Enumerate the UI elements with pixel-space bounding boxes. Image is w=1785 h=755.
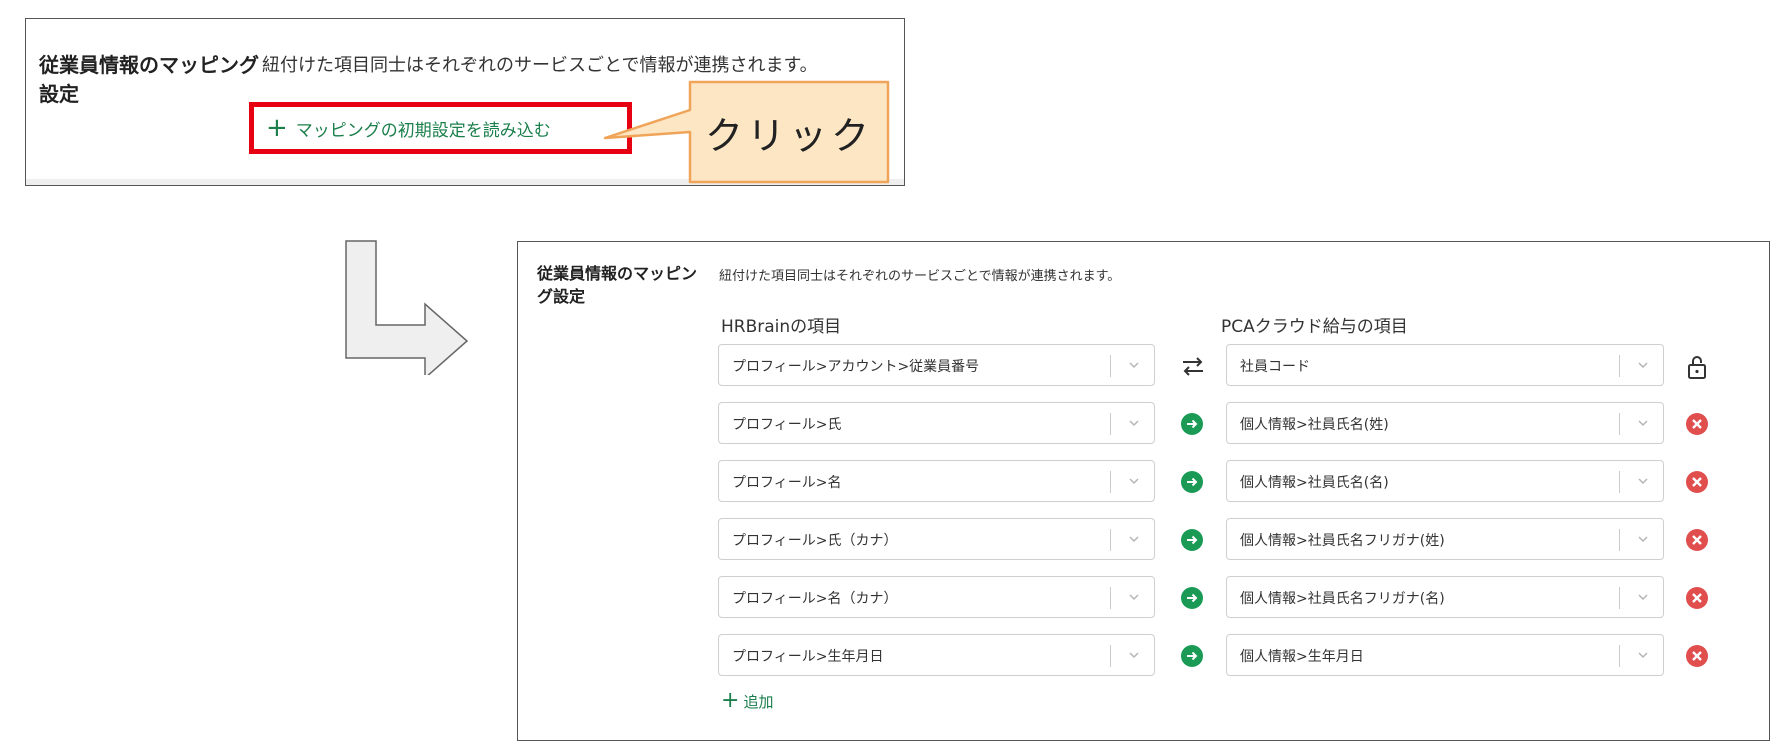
arrow-right-circle-icon: [1181, 529, 1203, 551]
arrow-right-circle-icon: [1181, 587, 1203, 609]
chevron-down-icon: [1129, 362, 1139, 369]
callout-text: クリック: [704, 113, 873, 158]
pca-field-select[interactable]: 個人情報>社員氏名(名): [1226, 460, 1664, 502]
select-value: 個人情報>社員氏名フリガナ(姓): [1240, 533, 1445, 549]
arrow-right-circle-icon: [1181, 413, 1203, 435]
section-description: 紐付けた項目同士はそれぞれのサービスごとで情報が連携されます。: [719, 269, 1121, 284]
select-value: 個人情報>生年月日: [1240, 649, 1364, 665]
plus-icon: +: [266, 113, 288, 143]
select-value: プロフィール>生年月日: [732, 649, 884, 665]
load-initial-mapping-button[interactable]: + マッピングの初期設定を読み込む: [249, 102, 632, 154]
chevron-down-icon: [1129, 420, 1139, 427]
select-value: 個人情報>社員氏名フリガナ(名): [1240, 591, 1445, 607]
select-separator: [1619, 645, 1620, 667]
chevron-down-icon: [1129, 652, 1139, 659]
select-value: プロフィール>名: [732, 475, 842, 491]
pca-field-select[interactable]: 個人情報>社員氏名フリガナ(名): [1226, 576, 1664, 618]
section-label: 従業員情報のマッピング設定: [39, 53, 259, 106]
add-mapping-label: 追加: [743, 692, 774, 711]
hrbrain-field-select[interactable]: プロフィール>生年月日: [718, 634, 1155, 676]
pca-field-select[interactable]: 個人情報>社員氏名フリガナ(姓): [1226, 518, 1664, 560]
select-separator: [1110, 529, 1111, 551]
mapping-row: プロフィール>名 個人情報>社員氏名(名): [518, 460, 1769, 504]
add-mapping-button[interactable]: + 追加: [721, 690, 773, 712]
remove-icon[interactable]: [1685, 412, 1709, 436]
chevron-down-icon: [1638, 652, 1648, 659]
select-value: プロフィール>氏: [732, 417, 842, 433]
lock-icon[interactable]: [1685, 354, 1709, 380]
mapping-row: プロフィール>氏（カナ） 個人情報>社員氏名フリガナ(姓): [518, 518, 1769, 562]
hrbrain-column-header: HRBrainの項目: [721, 317, 842, 337]
select-separator: [1110, 355, 1111, 377]
flow-arrow-icon: [345, 240, 469, 375]
mapping-row: プロフィール>生年月日 個人情報>生年月日: [518, 634, 1769, 678]
pca-field-select[interactable]: 個人情報>生年月日: [1226, 634, 1664, 676]
select-separator: [1619, 587, 1620, 609]
remove-icon[interactable]: [1685, 528, 1709, 552]
remove-icon[interactable]: [1685, 644, 1709, 668]
chevron-down-icon: [1638, 478, 1648, 485]
hrbrain-field-select[interactable]: プロフィール>氏（カナ）: [718, 518, 1155, 560]
arrow-right-circle-icon: [1181, 645, 1203, 667]
chevron-down-icon: [1129, 536, 1139, 543]
mapping-settings-panel-after: 従業員情報のマッピング設定 紐付けた項目同士はそれぞれのサービスごとで情報が連携…: [517, 241, 1770, 741]
select-separator: [1619, 355, 1620, 377]
plus-icon: +: [721, 688, 740, 713]
remove-icon[interactable]: [1685, 586, 1709, 610]
select-separator: [1110, 587, 1111, 609]
chevron-down-icon: [1129, 594, 1139, 601]
load-initial-mapping-label: マッピングの初期設定を読み込む: [295, 120, 551, 141]
select-separator: [1619, 413, 1620, 435]
mapping-row: プロフィール>名（カナ） 個人情報>社員氏名フリガナ(名): [518, 576, 1769, 620]
chevron-down-icon: [1638, 536, 1648, 543]
section-label: 従業員情報のマッピング設定: [537, 264, 698, 307]
mapping-row: プロフィール>アカウント>従業員番号 社員コード: [518, 344, 1769, 388]
select-separator: [1110, 471, 1111, 493]
chevron-down-icon: [1638, 594, 1648, 601]
select-separator: [1110, 413, 1111, 435]
pca-column-header: PCAクラウド給与の項目: [1221, 317, 1408, 337]
remove-icon[interactable]: [1685, 470, 1709, 494]
pca-field-select[interactable]: 社員コード: [1226, 344, 1664, 386]
select-value: 個人情報>社員氏名(名): [1240, 475, 1389, 491]
select-value: プロフィール>氏（カナ）: [732, 533, 898, 549]
select-value: プロフィール>アカウント>従業員番号: [732, 359, 980, 375]
chevron-down-icon: [1129, 478, 1139, 485]
chevron-down-icon: [1638, 420, 1648, 427]
mapping-row: プロフィール>氏 個人情報>社員氏名(姓): [518, 402, 1769, 446]
hrbrain-field-select[interactable]: プロフィール>名（カナ）: [718, 576, 1155, 618]
hrbrain-field-select[interactable]: プロフィール>アカウント>従業員番号: [718, 344, 1155, 386]
select-value: プロフィール>名（カナ）: [732, 591, 898, 607]
hrbrain-field-select[interactable]: プロフィール>名: [718, 460, 1155, 502]
select-separator: [1619, 471, 1620, 493]
chevron-down-icon: [1638, 362, 1648, 369]
select-value: 個人情報>社員氏名(姓): [1240, 417, 1389, 433]
select-separator: [1110, 645, 1111, 667]
hrbrain-field-select[interactable]: プロフィール>氏: [718, 402, 1155, 444]
swap-arrows-icon: [1183, 357, 1203, 376]
select-value: 社員コード: [1240, 359, 1310, 375]
arrow-right-circle-icon: [1181, 471, 1203, 493]
pca-field-select[interactable]: 個人情報>社員氏名(姓): [1226, 402, 1664, 444]
select-separator: [1619, 529, 1620, 551]
